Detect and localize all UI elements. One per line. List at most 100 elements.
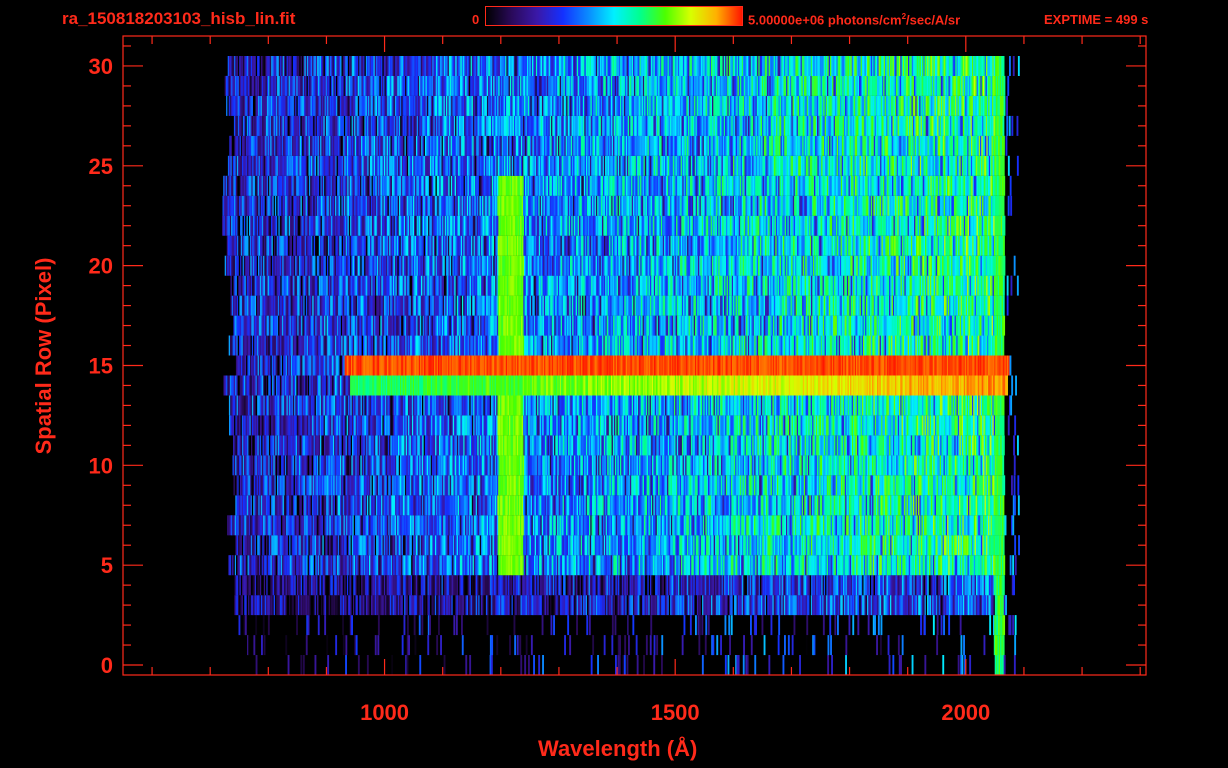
heatmap-cell [576, 615, 578, 636]
heatmap-cell [520, 655, 523, 675]
heatmap-cell [1002, 495, 1005, 516]
heatmap-cell [924, 655, 927, 675]
heatmap-cell [406, 655, 409, 675]
heatmap-cell [724, 615, 727, 636]
heatmap-cell [1018, 535, 1020, 556]
heatmap-cell [712, 635, 715, 656]
heatmap-cell [653, 635, 656, 656]
heatmap-cell [754, 655, 757, 675]
heatmap-cell [1011, 475, 1013, 496]
heatmap-cell [377, 635, 380, 656]
heatmap-cell [440, 635, 442, 656]
heatmap-cell [728, 615, 731, 636]
heatmap-cell [509, 635, 511, 656]
heatmap-cell [707, 615, 710, 636]
heatmap-cell [932, 615, 935, 636]
heatmap-cell [920, 615, 922, 636]
heatmap-cell [1002, 575, 1005, 596]
heatmap-cell [857, 615, 860, 636]
heatmap-cell [1005, 595, 1007, 616]
heatmap-cell [345, 615, 348, 636]
heatmap-cell [568, 655, 571, 675]
heatmap-cell [618, 655, 621, 675]
heatmap-cell [461, 635, 464, 656]
heatmap-cell [876, 635, 878, 656]
heatmap-cell [834, 615, 837, 636]
heatmap-cell [1002, 635, 1005, 656]
heatmap-cell [782, 655, 785, 675]
heatmap-cell [490, 655, 493, 675]
heatmap-cell [453, 615, 456, 636]
heatmap-cell [302, 655, 305, 675]
heatmap-cell [238, 615, 241, 636]
heatmap-cell [1014, 555, 1017, 576]
heatmap-cell [601, 635, 604, 656]
heatmap-cell [942, 655, 945, 675]
heatmap-cell [525, 635, 528, 656]
heatmap-cell [262, 615, 265, 636]
heatmap-cell [1003, 655, 1006, 675]
heatmap-cell [342, 615, 344, 636]
heatmap-cell [538, 655, 541, 675]
heatmap-cell [408, 635, 410, 656]
heatmap-cell [307, 615, 310, 636]
heatmap-cell [848, 615, 851, 636]
heatmap-cell [755, 615, 757, 636]
heatmap-cell [339, 615, 342, 636]
heatmap-cell [827, 655, 830, 675]
heatmap-cell [436, 635, 439, 656]
heatmap-cell [960, 635, 963, 656]
heatmap-cell [761, 615, 764, 636]
heatmap-cell [296, 615, 298, 636]
heatmap-cell [830, 635, 832, 656]
heatmap-cell [324, 615, 327, 636]
heatmap-cell [564, 635, 566, 656]
heatmap-cell [263, 635, 266, 656]
heatmap-cell [438, 615, 440, 636]
heatmap-cell [374, 635, 377, 656]
heatmap-cell [1003, 615, 1006, 636]
heatmap-cell [285, 635, 288, 656]
heatmap-cell [1013, 575, 1015, 596]
heatmap-cell [791, 635, 794, 656]
heatmap-cell [698, 635, 701, 656]
heatmap-cell [496, 635, 499, 656]
heatmap-cell [586, 615, 589, 636]
heatmap-cell [628, 635, 630, 656]
heatmap-cell [1012, 615, 1015, 636]
heatmap-cell [253, 635, 256, 656]
heatmap-cell [983, 635, 986, 656]
heatmap-cell [720, 615, 723, 636]
heatmap-cell [827, 635, 830, 656]
heatmap-cell [943, 615, 945, 636]
heatmap-cell [443, 655, 446, 675]
heatmap-cell [252, 615, 255, 636]
heatmap-cell [829, 615, 832, 636]
heatmap-cell [936, 615, 939, 636]
heatmap-cell [455, 615, 458, 636]
heatmap-cell [661, 635, 664, 656]
heatmap-cell [959, 615, 962, 636]
heatmap-cell [261, 635, 263, 656]
heatmap-cell [528, 655, 530, 675]
heatmap-cell [746, 655, 749, 675]
heatmap-cell [266, 635, 269, 656]
heatmap-cell [1014, 495, 1016, 516]
heatmap-cell [845, 635, 848, 656]
heatmap-cell [590, 655, 593, 675]
heatmap-cell [513, 615, 516, 636]
heatmap-cell [720, 635, 722, 656]
heatmap-cell [963, 635, 965, 656]
heatmap-cell [813, 635, 816, 656]
heatmap-cell [418, 615, 421, 636]
heatmap-cell [1014, 635, 1017, 656]
heatmap-cell [699, 655, 702, 675]
heatmap-cell [1013, 475, 1016, 496]
heatmap-cell [486, 635, 488, 656]
heatmap-cell [592, 635, 595, 656]
heatmap-cell [730, 615, 733, 636]
heatmap-cell [777, 635, 780, 656]
heatmap-cell [661, 655, 663, 675]
heatmap-cell [1017, 475, 1020, 496]
heatmap-cell [542, 655, 544, 675]
